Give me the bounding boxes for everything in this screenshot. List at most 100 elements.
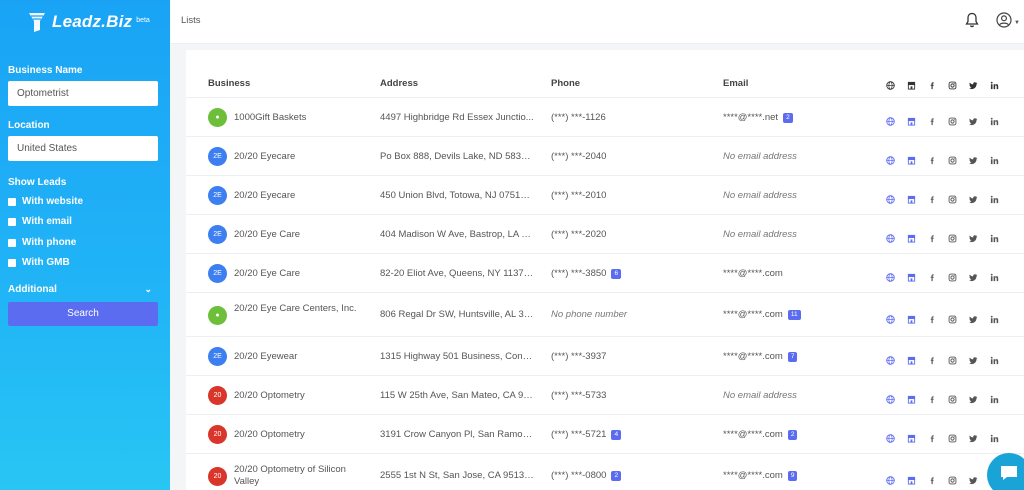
facebook-icon[interactable] [928,430,937,443]
facebook-icon[interactable] [928,472,937,484]
linkedin-icon[interactable] [990,269,999,282]
instagram-icon[interactable] [948,230,957,243]
location-input[interactable]: United States [8,136,158,161]
business-name[interactable]: 20/20 Eyecare [234,151,364,163]
facebook-icon[interactable] [928,391,937,404]
column-address[interactable]: Address [380,78,418,89]
filter-with-email[interactable]: With email [8,216,72,227]
linkedin-icon[interactable] [990,430,999,443]
twitter-icon[interactable] [969,113,978,126]
business-name[interactable]: 20/20 Eye Care Centers, Inc. [234,303,364,315]
brand-logo[interactable]: Leadz.Biz beta [0,0,170,34]
filter-with-website[interactable]: With website [8,196,83,207]
linkedin-icon[interactable] [990,191,999,204]
checkbox[interactable] [8,217,16,226]
gmb-icon[interactable] [907,391,916,404]
facebook-icon[interactable] [928,191,937,204]
column-phone[interactable]: Phone [551,78,580,89]
table-row[interactable]: 2E 20/20 Eyewear 1315 Highway 501 Business… [186,337,1024,376]
column-email[interactable]: Email [723,78,748,89]
globe-icon[interactable] [886,391,895,404]
search-button[interactable]: Search [8,302,158,326]
instagram-icon[interactable] [948,311,957,323]
twitter-icon[interactable] [969,311,978,323]
table-row[interactable]: 20 20/20 Optometry of Silicon Valley 2555 … [186,454,1024,490]
linkedin-icon[interactable] [990,352,999,365]
globe-icon[interactable] [886,230,895,243]
table-row[interactable]: 2E 20/20 Eye Care 82-20 Eliot Ave, Queens,… [186,254,1024,293]
linkedin-icon[interactable] [990,230,999,243]
instagram-icon[interactable] [948,269,957,282]
business-name[interactable]: 20/20 Eye Care [234,229,364,241]
linkedin-icon[interactable] [990,152,999,165]
twitter-icon[interactable] [969,352,978,365]
facebook-icon[interactable] [928,230,937,243]
instagram-icon[interactable] [948,391,957,404]
globe-icon[interactable] [886,152,895,165]
gmb-icon[interactable] [907,77,917,90]
instagram-icon[interactable] [948,191,957,204]
twitter-icon[interactable] [969,77,979,90]
breadcrumb[interactable]: Lists [181,15,201,26]
twitter-icon[interactable] [969,430,978,443]
table-row[interactable]: 2E 20/20 Eyecare Po Box 888, Devils Lake, … [186,137,1024,176]
chat-widget-button[interactable] [987,453,1024,490]
table-row[interactable]: 20 20/20 Optometry 115 W 25th Ave, San Mat… [186,376,1024,415]
table-row[interactable]: 2E 20/20 Eyecare 450 Union Blvd, Totowa, N… [186,176,1024,215]
table-row[interactable]: 20 20/20 Optometry 3191 Crow Canyon Pl, Sa… [186,415,1024,454]
bell-icon[interactable] [965,12,979,28]
gmb-icon[interactable] [907,230,916,243]
business-name[interactable]: 20/20 Optometry [234,390,364,402]
globe-icon[interactable] [886,472,895,485]
facebook-icon[interactable] [928,311,937,323]
gmb-icon[interactable] [907,472,916,485]
instagram-icon[interactable] [948,113,957,126]
email-count-badge[interactable]: 2 [783,112,793,123]
gmb-icon[interactable] [907,152,916,165]
linkedin-icon[interactable] [990,77,1000,90]
facebook-icon[interactable] [928,77,938,90]
globe-icon[interactable] [886,352,895,365]
email-count-badge[interactable]: 9 [787,471,798,481]
email-count-badge[interactable]: 2 [787,429,798,440]
instagram-icon[interactable] [948,430,957,443]
user-menu[interactable]: ▼ [996,12,1020,33]
phone-count-badge[interactable]: 2 [611,471,622,481]
gmb-icon[interactable] [907,269,916,282]
phone-count-badge[interactable]: 6 [611,268,622,279]
instagram-icon[interactable] [948,77,958,90]
business-name-input[interactable]: Optometrist [8,81,158,106]
gmb-icon[interactable] [907,191,916,204]
filter-with-phone[interactable]: With phone [8,237,76,248]
email-count-badge[interactable]: 7 [787,351,798,362]
checkbox[interactable] [8,238,16,247]
instagram-icon[interactable] [948,472,957,484]
twitter-icon[interactable] [969,191,978,204]
globe-icon[interactable] [886,113,895,126]
linkedin-icon[interactable] [990,113,999,126]
phone-count-badge[interactable]: 4 [611,429,622,440]
email-count-badge[interactable]: 11 [787,310,801,320]
globe-icon[interactable] [886,311,895,324]
gmb-icon[interactable] [907,430,916,443]
twitter-icon[interactable] [969,269,978,282]
business-name[interactable]: 1000Gift Baskets [234,112,364,124]
globe-icon[interactable] [886,269,895,282]
gmb-icon[interactable] [907,352,916,365]
facebook-icon[interactable] [928,352,937,365]
gmb-icon[interactable] [907,113,916,126]
business-name[interactable]: 20/20 Eye Care [234,268,364,280]
table-row[interactable]: ● 20/20 Eye Care Centers, Inc. 806 Regal D… [186,293,1024,337]
instagram-icon[interactable] [948,152,957,165]
facebook-icon[interactable] [928,152,937,165]
twitter-icon[interactable] [969,152,978,165]
linkedin-icon[interactable] [990,311,999,323]
filter-with-gmb[interactable]: With GMB [8,257,70,268]
instagram-icon[interactable] [948,352,957,365]
additional-toggle[interactable]: Additional ⌄ [8,284,158,295]
twitter-icon[interactable] [969,472,978,484]
twitter-icon[interactable] [969,391,978,404]
checkbox[interactable] [8,258,16,267]
twitter-icon[interactable] [969,230,978,243]
business-name[interactable]: 20/20 Eyecare [234,190,364,202]
